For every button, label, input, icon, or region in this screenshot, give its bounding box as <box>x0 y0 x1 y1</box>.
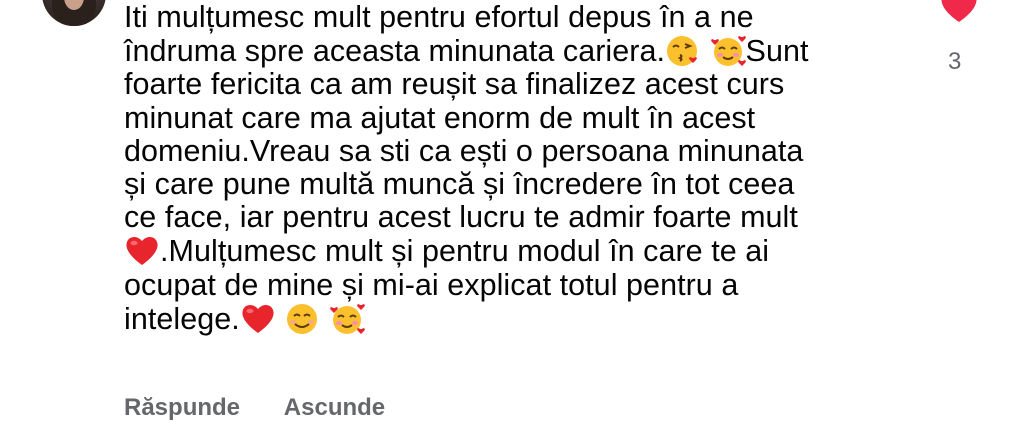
comment-line: intelege. <box>124 301 240 336</box>
comment: Iti mulțumesc mult pentru efortul depus … <box>0 0 1024 438</box>
like-heart-icon[interactable] <box>939 0 979 26</box>
kissing-face-icon <box>665 34 701 68</box>
hide-button[interactable]: Ascunde <box>284 394 385 421</box>
like-count: 3 <box>948 48 962 75</box>
comment-line: și care pune multă muncă și încredere în… <box>124 167 795 202</box>
comment-actions: Răspunde Ascunde <box>124 394 423 422</box>
comment-line: ocupat de mine și mi-ai explicat totul p… <box>124 267 739 302</box>
smiling-face-with-hearts-icon <box>710 34 746 68</box>
comment-body: Iti mulțumesc mult pentru efortul depus … <box>124 0 914 336</box>
smiling-face-with-hearts-icon <box>329 302 365 336</box>
smiling-face-icon <box>284 302 320 336</box>
comment-line: Sunt <box>745 34 809 69</box>
red-heart-icon <box>240 302 276 336</box>
reply-button[interactable]: Răspunde <box>124 394 240 421</box>
comment-line: îndruma spre aceasta minunata cariera. <box>124 34 666 69</box>
comment-line: .Mulțumesc mult și pentru modul în care … <box>160 234 770 269</box>
comment-line: minunat care ma ajutat enorm de mult în … <box>124 100 756 135</box>
avatar[interactable] <box>42 0 106 26</box>
comment-line: ce face, iar pentru acest lucru te admir… <box>124 200 798 235</box>
comment-line: Iti mulțumesc mult pentru efortul depus … <box>124 0 754 34</box>
comment-line: domeniu.Vreau sa sti ca ești o persoana … <box>124 133 804 168</box>
red-heart-icon <box>124 234 160 268</box>
comment-line: foarte fericita ca am reușit sa finalize… <box>124 67 785 102</box>
